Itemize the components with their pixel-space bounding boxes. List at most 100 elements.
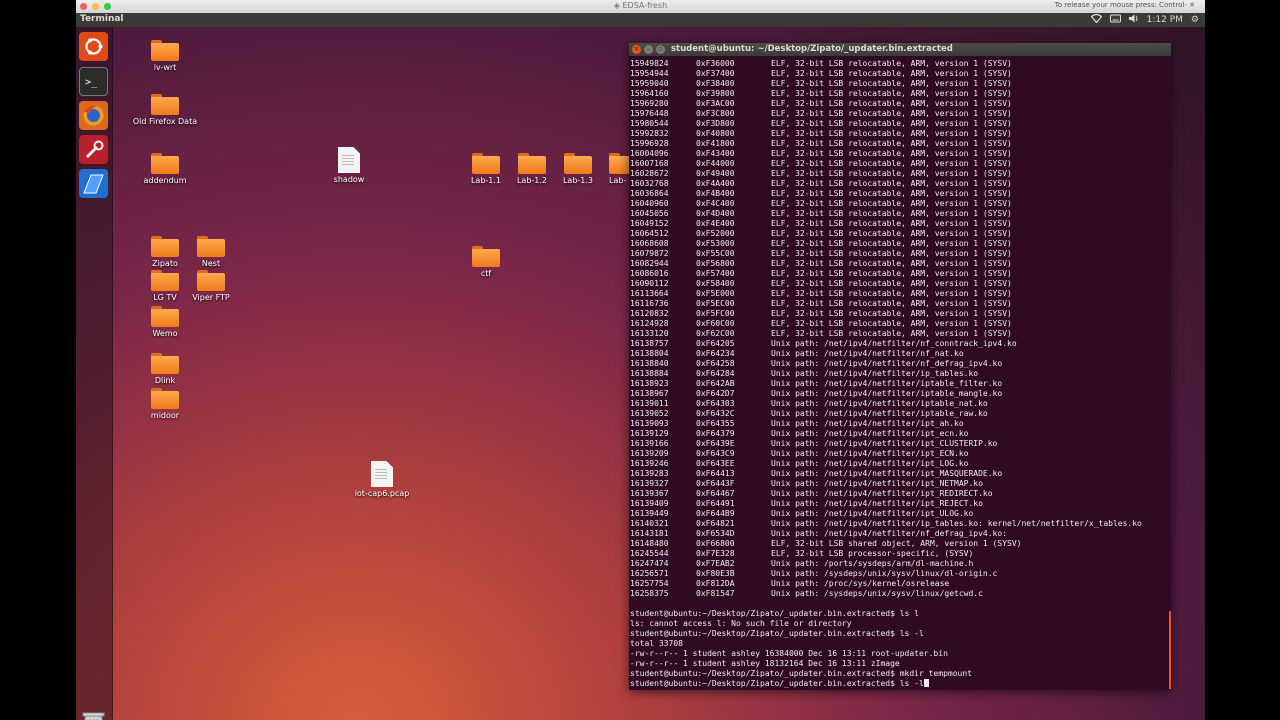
unity-launcher: >_	[76, 27, 113, 720]
description: ELF, 32-bit LSB relocatable, ARM, versio…	[771, 199, 1012, 208]
desktop-folder-addendum[interactable]: addendum	[125, 153, 205, 185]
output-row: 16139409 0xF64491 Unix path: /net/ipv4/net…	[630, 499, 1169, 509]
output-row: 16124928 0xF60C00 ELF, 32-bit LSB relocata…	[630, 319, 1169, 329]
history-line: -rw-r--r-- 1 student ashley 18132164 Dec…	[630, 659, 900, 668]
offset-decimal: 16082944	[630, 259, 669, 268]
offset-decimal: 16148480	[630, 539, 669, 548]
output-row: 16148480 0xF66800 ELF, 32-bit LSB shared o…	[630, 539, 1169, 549]
shell-history: student@ubuntu:~/Desktop/Zipato/_updater…	[630, 599, 1169, 679]
desktop-folder-wemo[interactable]: Wemo	[125, 306, 205, 338]
offset-hex: 0xF64491	[696, 499, 735, 508]
offset-hex: 0xF5FC00	[696, 309, 735, 318]
gear-icon[interactable]: ⚙	[1191, 15, 1199, 25]
terminal-scrollbar[interactable]	[1169, 611, 1171, 689]
offset-hex: 0xF4A400	[696, 179, 735, 188]
description: Unix path: /net/ipv4/netfilter/ip_tables…	[771, 519, 1142, 528]
output-row: 16139166 0xF6439E Unix path: /net/ipv4/net…	[630, 439, 1169, 449]
offset-decimal: 16120832	[630, 309, 669, 318]
offset-hex: 0xF55C00	[696, 249, 735, 258]
description: Unix path: /net/ipv4/netfilter/ipt_REDIR…	[771, 489, 993, 498]
virtualbox-icon	[83, 174, 104, 194]
description: ELF, 32-bit LSB relocatable, ARM, versio…	[771, 219, 1012, 228]
terminal-window[interactable]: × – ▫ student@ubuntu: ~/Desktop/Zipato/_…	[629, 43, 1171, 690]
output-row: 15992832 0xF40800 ELF, 32-bit LSB relocata…	[630, 129, 1169, 139]
desktop-folder-ctf[interactable]: ctf	[446, 246, 526, 278]
description: ELF, 32-bit LSB relocatable, ARM, versio…	[771, 329, 1012, 338]
history-line: student@ubuntu:~/Desktop/Zipato/_updater…	[630, 629, 924, 638]
offset-hex: 0xF58400	[696, 279, 735, 288]
desktop-folder-midoor[interactable]: midoor	[125, 388, 205, 420]
offset-decimal: 16139367	[630, 489, 669, 498]
desktop-folder-iv-wrt[interactable]: iv-wrt	[125, 40, 205, 72]
description: ELF, 32-bit LSB relocatable, ARM, versio…	[771, 169, 1012, 178]
desktop-folder-dlink[interactable]: Dlink	[125, 353, 205, 385]
output-row: 16068608 0xF53000 ELF, 32-bit LSB relocata…	[630, 239, 1169, 249]
description: Unix path: /sysdeps/unix/sysv/linux/dl-o…	[771, 569, 998, 578]
launcher-trash-button[interactable]	[79, 708, 108, 720]
terminal-titlebar[interactable]: × – ▫ student@ubuntu: ~/Desktop/Zipato/_…	[629, 43, 1171, 56]
output-row: 16139367 0xF64467 Unix path: /net/ipv4/net…	[630, 489, 1169, 499]
description: ELF, 32-bit LSB relocatable, ARM, versio…	[771, 139, 1012, 148]
offset-hex: 0xF5EC00	[696, 299, 735, 308]
launcher-virtualbox-button[interactable]	[79, 169, 108, 198]
offset-hex: 0xF52000	[696, 229, 735, 238]
output-row: 16007168 0xF44000 ELF, 32-bit LSB relocata…	[630, 159, 1169, 169]
output-row: 16139011 0xF64303 Unix path: /net/ipv4/net…	[630, 399, 1169, 409]
description: Unix path: /net/ipv4/netfilter/ipt_CLUST…	[771, 439, 998, 448]
desktop-folder-old-firefox-data[interactable]: Old Firefox Data	[125, 94, 205, 126]
offset-decimal: 16036864	[630, 189, 669, 198]
history-line: student@ubuntu:~/Desktop/Zipato/_updater…	[630, 669, 972, 678]
offset-decimal: 16116736	[630, 299, 669, 308]
description: ELF, 32-bit LSB relocatable, ARM, versio…	[771, 309, 1012, 318]
output-row: 16082944 0xF56800 ELF, 32-bit LSB relocata…	[630, 259, 1169, 269]
desktop-folder-viper-ftp[interactable]: Viper FTP	[171, 270, 251, 302]
offset-decimal: 16079872	[630, 249, 669, 258]
output-row: 16140321 0xF64821 Unix path: /net/ipv4/net…	[630, 519, 1169, 529]
terminal-close-button[interactable]: ×	[632, 45, 641, 54]
output-row: 16028672 0xF49400 ELF, 32-bit LSB relocata…	[630, 169, 1169, 179]
offset-hex: 0xF66800	[696, 539, 735, 548]
output-row: 16138804 0xF64234 Unix path: /net/ipv4/net…	[630, 349, 1169, 359]
close-icon[interactable]: ✕	[1189, 1, 1195, 9]
launcher-firefox-button[interactable]	[79, 101, 108, 130]
description: ELF, 32-bit LSB relocatable, ARM, versio…	[771, 269, 1012, 278]
offset-hex: 0xF64234	[696, 349, 735, 358]
keyboard-icon[interactable]	[1109, 14, 1121, 26]
launcher-dash-button[interactable]	[79, 32, 108, 61]
desktop-folder-lab-partial[interactable]: Lab-	[580, 153, 637, 185]
description: ELF, 32-bit LSB shared object, ARM, vers…	[771, 539, 1022, 548]
host-window-title: ◈ EDSA-fresh	[76, 1, 1205, 10]
launcher-settings-button[interactable]	[79, 135, 108, 164]
offset-hex: 0xF643C9	[696, 449, 735, 458]
output-row: 16139093 0xF64355 Unix path: /net/ipv4/net…	[630, 419, 1169, 429]
offset-hex: 0xF644B9	[696, 509, 735, 518]
output-row: 16139052 0xF6432C Unix path: /net/ipv4/net…	[630, 409, 1169, 419]
offset-decimal: 16032768	[630, 179, 669, 188]
offset-hex: 0xF64303	[696, 399, 735, 408]
description: ELF, 32-bit LSB relocatable, ARM, versio…	[771, 189, 1012, 198]
terminal-title: student@ubuntu: ~/Desktop/Zipato/_update…	[671, 44, 953, 54]
terminal-maximize-button[interactable]: ▫	[656, 45, 665, 54]
volume-icon[interactable]	[1128, 14, 1139, 26]
vm-screen: ◈ EDSA-fresh To release your mouse press…	[76, 0, 1205, 720]
description: ELF, 32-bit LSB relocatable, ARM, versio…	[771, 119, 1012, 128]
launcher-terminal-button[interactable]: >_	[79, 67, 108, 96]
desktop-folder-nest[interactable]: Nest	[171, 236, 251, 268]
wifi-icon[interactable]	[1090, 13, 1103, 26]
terminal-prompt-line[interactable]: student@ubuntu:~/Desktop/Zipato/_updater…	[630, 679, 1169, 689]
active-app-name: Terminal	[80, 14, 124, 24]
output-row: 15964160 0xF39800 ELF, 32-bit LSB relocata…	[630, 89, 1169, 99]
offset-decimal: 16004096	[630, 149, 669, 158]
description: Unix path: /net/ipv4/netfilter/ipt_REJEC…	[771, 499, 983, 508]
desktop-file-shadow[interactable]: shadow	[309, 147, 389, 184]
desktop-icon-label: addendum	[143, 176, 187, 185]
offset-hex: 0xF41800	[696, 139, 735, 148]
clock[interactable]: 1:12 PM	[1147, 15, 1183, 25]
description: ELF, 32-bit LSB relocatable, ARM, versio…	[771, 249, 1012, 258]
offset-hex: 0xF64413	[696, 469, 735, 478]
desktop-file-iot-cap6-pcap[interactable]: iot-cap6.pcap	[342, 461, 422, 498]
terminal-output[interactable]: 15949824 0xF36000 ELF, 32-bit LSB relocata…	[629, 57, 1169, 690]
description: ELF, 32-bit LSB relocatable, ARM, versio…	[771, 289, 1012, 298]
desktop-icon-label: shadow	[333, 175, 365, 184]
terminal-minimize-button[interactable]: –	[644, 45, 653, 54]
